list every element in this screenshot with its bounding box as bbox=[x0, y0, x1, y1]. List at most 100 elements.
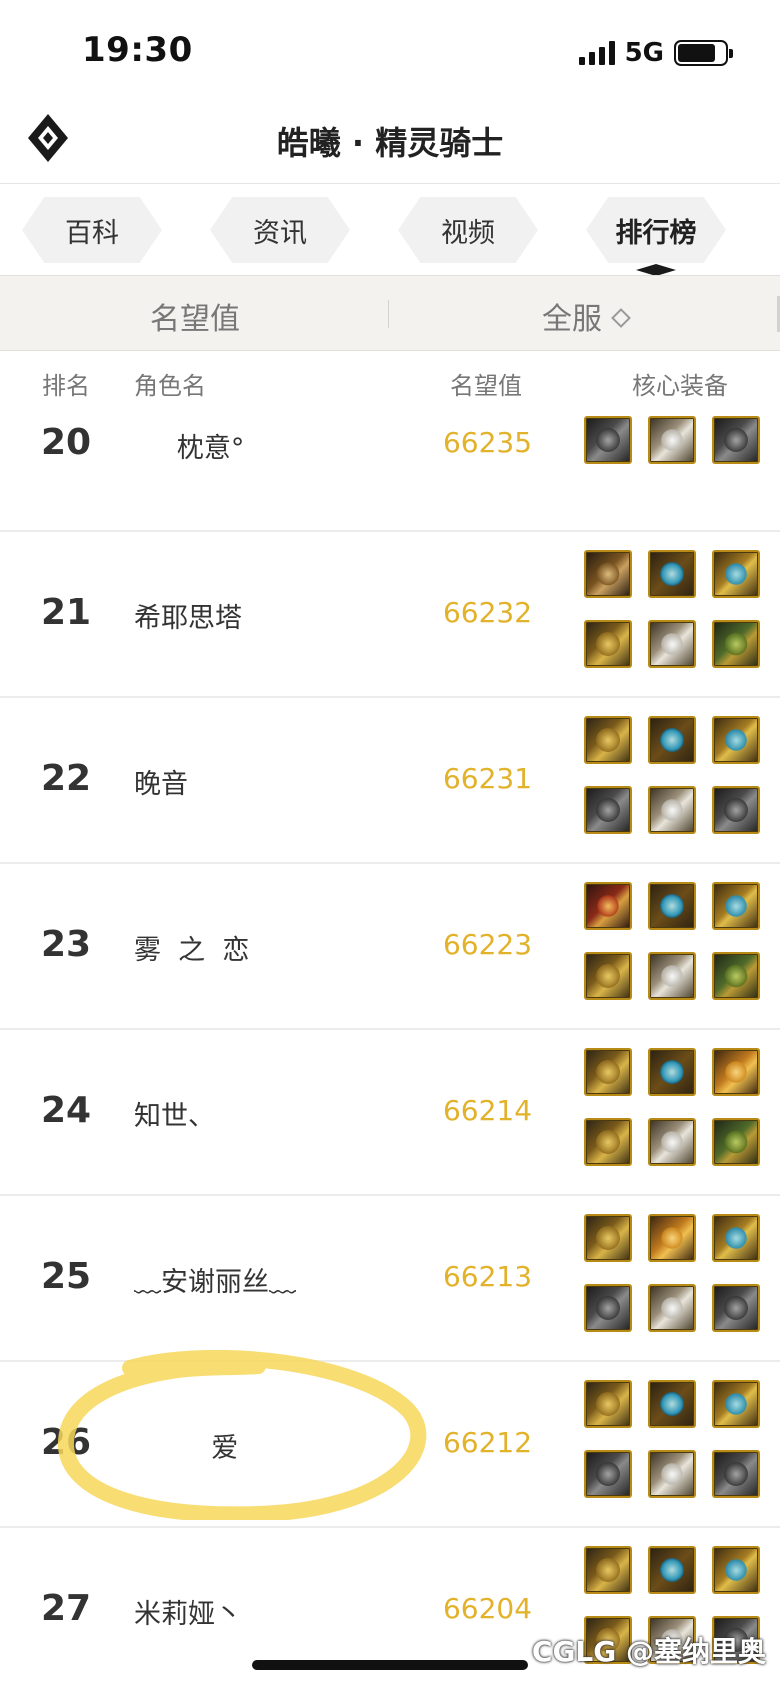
equipment-icon[interactable] bbox=[584, 1380, 632, 1428]
table-row[interactable]: 24 知世、 66214 bbox=[0, 1030, 780, 1196]
network-type: 5G bbox=[624, 38, 664, 68]
equipment-icon[interactable] bbox=[584, 1214, 632, 1262]
tab-wiki[interactable]: 百科 bbox=[22, 197, 162, 263]
equipment-icon[interactable] bbox=[648, 416, 696, 464]
equipment-icon[interactable] bbox=[648, 1214, 696, 1262]
table-row[interactable]: 26 爱 66212 bbox=[0, 1362, 780, 1528]
character-name[interactable]: 知世、 bbox=[134, 1094, 215, 1133]
equipment-grid bbox=[584, 1214, 764, 1332]
renown-score: 66223 bbox=[442, 928, 533, 961]
table-row[interactable]: 23 雾 之 恋 66223 bbox=[0, 864, 780, 1030]
status-time: 19:30 bbox=[82, 30, 193, 70]
equipment-icon[interactable] bbox=[648, 952, 696, 1000]
equipment-icon[interactable] bbox=[712, 1450, 760, 1498]
divider bbox=[388, 300, 389, 328]
table-row[interactable]: 25 ﹏安谢丽丝﹏ 66213 bbox=[0, 1196, 780, 1362]
rank-number: 24 bbox=[40, 1090, 92, 1131]
equipment-icon[interactable] bbox=[712, 620, 760, 668]
equipment-icon[interactable] bbox=[648, 786, 696, 834]
renown-score: 66235 bbox=[442, 426, 533, 459]
equipment-icon[interactable] bbox=[712, 1118, 760, 1166]
equipment-icon[interactable] bbox=[584, 786, 632, 834]
renown-score: 66231 bbox=[442, 762, 533, 795]
home-indicator[interactable] bbox=[252, 1660, 528, 1670]
equipment-icon[interactable] bbox=[648, 550, 696, 598]
page-title: 皓曦 · 精灵骑士 bbox=[276, 124, 504, 162]
renown-score: 66213 bbox=[442, 1260, 533, 1293]
sort-type-selector[interactable]: 名望值 bbox=[0, 294, 390, 338]
equipment-icon[interactable] bbox=[648, 1380, 696, 1428]
equipment-grid bbox=[584, 1048, 764, 1166]
equipment-icon[interactable] bbox=[584, 1450, 632, 1498]
sort-type-label: 名望值 bbox=[150, 302, 240, 337]
server-selector[interactable]: 全服 bbox=[390, 294, 780, 338]
equipment-icon[interactable] bbox=[712, 1546, 760, 1594]
character-name[interactable]: ﹏安谢丽丝﹏ bbox=[134, 1260, 296, 1299]
rank-number: 22 bbox=[40, 758, 92, 799]
equipment-icon[interactable] bbox=[712, 416, 760, 464]
character-name[interactable]: 枕意° bbox=[134, 426, 245, 465]
equipment-icon[interactable] bbox=[584, 1048, 632, 1096]
equipment-icon[interactable] bbox=[584, 882, 632, 930]
character-name[interactable]: 雾 之 恋 bbox=[134, 928, 249, 967]
tab-leaderboard[interactable]: 排行榜 bbox=[586, 197, 726, 263]
equipment-icon[interactable] bbox=[648, 1118, 696, 1166]
equipment-grid bbox=[584, 550, 764, 668]
equipment-icon[interactable] bbox=[712, 952, 760, 1000]
renown-score: 66204 bbox=[442, 1592, 533, 1625]
table-row[interactable]: 20 枕意° 66235 bbox=[0, 410, 780, 532]
equipment-icon[interactable] bbox=[584, 416, 632, 464]
column-name: 角色名 bbox=[134, 372, 206, 400]
leaderboard-list[interactable]: 20 枕意° 66235 21 希耶思塔 66232 22 晚音 66231 2… bbox=[0, 410, 780, 1688]
renown-score: 66214 bbox=[442, 1094, 533, 1127]
equipment-icon[interactable] bbox=[712, 1284, 760, 1332]
equipment-icon[interactable] bbox=[584, 1284, 632, 1332]
app-header: 皓曦 · 精灵骑士 bbox=[0, 100, 780, 184]
rank-number: 27 bbox=[40, 1588, 92, 1629]
tab-news[interactable]: 资讯 bbox=[210, 197, 350, 263]
equipment-icon[interactable] bbox=[584, 952, 632, 1000]
equipment-icon[interactable] bbox=[584, 550, 632, 598]
status-bar: 19:30 5G bbox=[0, 0, 780, 100]
watermark: CGLG @塞纳里奥 bbox=[531, 1635, 766, 1668]
equipment-icon[interactable] bbox=[712, 1214, 760, 1262]
equipment-icon[interactable] bbox=[712, 716, 760, 764]
character-name[interactable]: 晚音 bbox=[134, 762, 188, 801]
equipment-icon[interactable] bbox=[648, 882, 696, 930]
equipment-icon[interactable] bbox=[584, 620, 632, 668]
equipment-icon[interactable] bbox=[712, 550, 760, 598]
equipment-grid bbox=[584, 1380, 764, 1498]
renown-score: 66232 bbox=[442, 596, 533, 629]
equipment-icon[interactable] bbox=[584, 1118, 632, 1166]
table-header: 排名 角色名 名望值 核心装备 bbox=[0, 352, 780, 410]
equipment-icon[interactable] bbox=[712, 1380, 760, 1428]
equipment-icon[interactable] bbox=[712, 1048, 760, 1096]
equipment-icon[interactable] bbox=[712, 786, 760, 834]
filter-bar: 名望值 全服 bbox=[0, 275, 780, 351]
column-score: 名望值 bbox=[450, 372, 522, 400]
equipment-grid bbox=[584, 716, 764, 834]
equipment-icon[interactable] bbox=[648, 1284, 696, 1332]
character-name[interactable]: 爱 bbox=[134, 1426, 238, 1465]
equipment-icon[interactable] bbox=[648, 1048, 696, 1096]
equipment-icon[interactable] bbox=[648, 620, 696, 668]
renown-score: 66212 bbox=[442, 1426, 533, 1459]
rank-number: 26 bbox=[40, 1422, 92, 1463]
equipment-icon[interactable] bbox=[648, 716, 696, 764]
equipment-icon[interactable] bbox=[584, 1546, 632, 1594]
equipment-icon[interactable] bbox=[648, 1450, 696, 1498]
table-row[interactable]: 22 晚音 66231 bbox=[0, 698, 780, 864]
equipment-icon[interactable] bbox=[584, 716, 632, 764]
character-name[interactable]: 希耶思塔 bbox=[134, 596, 242, 635]
character-name[interactable]: 米莉娅丶 bbox=[134, 1592, 242, 1631]
table-row[interactable]: 21 希耶思塔 66232 bbox=[0, 532, 780, 698]
rank-number: 20 bbox=[40, 422, 92, 463]
tab-video[interactable]: 视频 bbox=[398, 197, 538, 263]
column-rank: 排名 bbox=[42, 372, 90, 400]
equipment-icon[interactable] bbox=[712, 882, 760, 930]
column-equipment: 核心装备 bbox=[632, 372, 728, 400]
rank-number: 21 bbox=[40, 592, 92, 633]
rank-number: 23 bbox=[40, 924, 92, 965]
rank-number: 25 bbox=[40, 1256, 92, 1297]
equipment-icon[interactable] bbox=[648, 1546, 696, 1594]
